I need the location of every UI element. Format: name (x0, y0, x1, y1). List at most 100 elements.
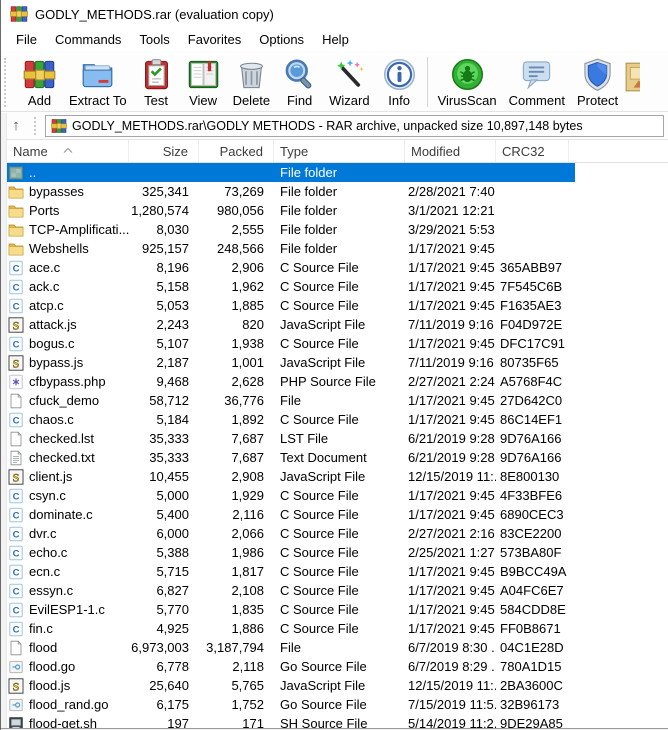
table-row[interactable]: Ports1,280,574980,056File folder3/1/2021… (7, 201, 668, 220)
file-packed: 1,817 (199, 564, 274, 579)
table-row[interactable]: Cace.c8,1962,906C Source File1/17/2021 9… (7, 258, 668, 277)
table-row[interactable]: Cecho.c5,3881,986C Source File2/25/2021 … (7, 543, 668, 562)
table-row[interactable]: Cdvr.c6,0002,066C Source File2/27/2021 2… (7, 524, 668, 543)
table-row[interactable]: cfbypass.php9,4682,628PHP Source File2/2… (7, 372, 668, 391)
column-header-type[interactable]: Type (274, 140, 405, 162)
file-list: ..File folderbypasses325,34173,269File f… (1, 163, 668, 730)
file-type: C Source File (274, 602, 405, 617)
info-circle-icon (382, 57, 417, 92)
view-button[interactable]: View (180, 54, 227, 110)
table-row[interactable]: Catcp.c5,0531,885C Source File1/17/2021 … (7, 296, 668, 315)
file-modified: 1/17/2021 9:45 ... (405, 260, 496, 275)
table-row[interactable]: flood6,973,0033,187,794File6/7/2019 8:30… (7, 638, 668, 657)
comment-button[interactable]: Comment (503, 54, 571, 110)
table-row[interactable]: checked.txt35,3337,687Text Document6/21/… (7, 448, 668, 467)
file-name-cell: Ports (7, 203, 129, 219)
table-row[interactable]: checked.lst35,3337,687LST File6/21/2019 … (7, 429, 668, 448)
table-row[interactable]: Sbypass.js2,1871,001JavaScript File7/11/… (7, 353, 668, 372)
table-row[interactable]: Sclient.js10,4552,908JavaScript File12/1… (7, 467, 668, 486)
table-row[interactable]: flood.go6,7782,118Go Source File6/7/2019… (7, 657, 668, 676)
column-header-crc32[interactable]: CRC32 (496, 140, 569, 162)
info-button[interactable]: Info (376, 54, 423, 110)
file-modified: 6/21/2019 9:28 ... (405, 431, 496, 446)
address-bar[interactable]: GODLY_METHODS.rar\GODLY METHODS - RAR ar… (45, 115, 664, 137)
file-modified: 1/17/2021 9:45 ... (405, 336, 496, 351)
file-name: cfbypass.php (29, 374, 106, 389)
extract-to-button[interactable]: Extract To (63, 54, 133, 110)
file-crc32: 86C14EF1 (496, 412, 569, 427)
file-name: flood_rand.go (29, 697, 109, 712)
file-name: EvilESP1-1.c (29, 602, 105, 617)
table-row[interactable]: Sflood.js25,6405,765JavaScript File12/15… (7, 676, 668, 695)
file-size: 2,187 (129, 355, 199, 370)
file-modified: 7/11/2019 9:16 ... (405, 355, 496, 370)
file-type: C Source File (274, 298, 405, 313)
svg-text:C: C (13, 415, 20, 426)
delete-button[interactable]: Delete (227, 54, 277, 110)
file-packed: 36,776 (199, 393, 274, 408)
file-crc32: 365ABB97 (496, 260, 569, 275)
protect-shield-icon (580, 57, 615, 92)
menu-item-help[interactable]: Help (313, 30, 358, 49)
menu-item-options[interactable]: Options (250, 30, 313, 49)
c-file-icon: C (8, 526, 24, 542)
file-name: fin.c (29, 621, 53, 636)
table-row[interactable]: Sattack.js2,243820JavaScript File7/11/20… (7, 315, 668, 334)
table-row[interactable]: Webshells925,157248,566File folder1/17/2… (7, 239, 668, 258)
table-row[interactable]: Cchaos.c5,1841,892C Source File1/17/2021… (7, 410, 668, 429)
table-row[interactable]: Cack.c5,1581,962C Source File1/17/2021 9… (7, 277, 668, 296)
find-button[interactable]: Find (276, 54, 323, 110)
address-bar-gripper[interactable] (34, 117, 42, 135)
file-modified: 6/21/2019 9:28 ... (405, 450, 496, 465)
file-name: bypasses (29, 184, 84, 199)
table-row[interactable]: Cbogus.c5,1071,938C Source File1/17/2021… (7, 334, 668, 353)
table-row[interactable]: Cdominate.c5,4002,116C Source File1/17/2… (7, 505, 668, 524)
file-type: JavaScript File (274, 317, 405, 332)
file-size: 6,973,003 (129, 640, 199, 655)
c-file-icon: C (8, 412, 24, 428)
menu-item-tools[interactable]: Tools (130, 30, 178, 49)
sfx-icon-partial[interactable] (624, 54, 640, 97)
table-row[interactable]: Cecn.c5,7151,817C Source File1/17/2021 9… (7, 562, 668, 581)
table-row[interactable]: Cfin.c4,9251,886C Source File1/17/2021 9… (7, 619, 668, 638)
file-name: Ports (29, 203, 59, 218)
archive-path-text: GODLY_METHODS.rar\GODLY METHODS - RAR ar… (72, 119, 583, 133)
file-name-cell: bypasses (7, 184, 129, 200)
file-name-cell: Sflood.js (7, 678, 129, 694)
c-file-icon: C (8, 260, 24, 276)
file-crc32: 8E800130 (496, 469, 569, 484)
table-row[interactable]: flood_rand.go6,1751,752Go Source File7/1… (7, 695, 668, 714)
file-name: ack.c (29, 279, 59, 294)
file-modified: 3/29/2021 5:53 ... (405, 222, 496, 237)
virusscan-button[interactable]: VirusScan (432, 54, 503, 110)
column-header-modified[interactable]: Modified (405, 140, 496, 162)
test-button[interactable]: Test (133, 54, 180, 110)
file-size: 5,715 (129, 564, 199, 579)
toolbar-button-label: Wizard (329, 93, 369, 108)
file-type: JavaScript File (274, 678, 405, 693)
protect-button[interactable]: Protect (571, 54, 624, 110)
column-header-name[interactable]: Name (7, 140, 129, 162)
menu-item-file[interactable]: File (7, 30, 46, 49)
file-name-cell: Catcp.c (7, 298, 129, 314)
txt-file-icon (8, 450, 24, 466)
add-button[interactable]: Add (16, 54, 63, 110)
table-row[interactable]: TCP-Amplificati...8,0302,555File folder3… (7, 220, 668, 239)
table-row[interactable]: bypasses325,34173,269File folder2/28/202… (7, 182, 668, 201)
wizard-button[interactable]: Wizard (323, 54, 375, 110)
table-row[interactable]: CEvilESP1-1.c5,7701,835C Source File1/17… (7, 600, 668, 619)
table-row[interactable]: Ccsyn.c5,0001,929C Source File1/17/2021 … (7, 486, 668, 505)
svg-text:S: S (13, 318, 20, 332)
file-name-cell: Sattack.js (7, 317, 129, 333)
menu-item-favorites[interactable]: Favorites (179, 30, 250, 49)
table-row[interactable]: ..File folder (7, 163, 668, 182)
file-packed: 1,892 (199, 412, 274, 427)
column-header-packed[interactable]: Packed (199, 140, 274, 162)
table-row[interactable]: Cessyn.c6,8272,108C Source File1/17/2021… (7, 581, 668, 600)
table-row[interactable]: cfuck_demo58,71236,776File1/17/2021 9:45… (7, 391, 668, 410)
toolbar-gripper[interactable] (4, 58, 14, 107)
menu-item-commands[interactable]: Commands (46, 30, 130, 49)
file-crc32: FF0B8671 (496, 621, 569, 636)
column-header-size[interactable]: Size (129, 140, 199, 162)
file-modified: 7/11/2019 9:16 ... (405, 317, 496, 332)
